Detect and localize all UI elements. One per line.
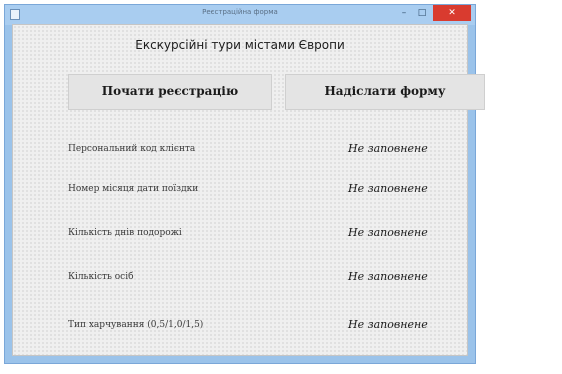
minimize-button[interactable]: – — [395, 5, 413, 21]
field-value-trip-month: Не заповнене — [348, 182, 428, 195]
title-bar[interactable]: Реєстраційна форма – □ ✕ — [5, 5, 475, 25]
field-label-trip-days: Кількість днів подорожі — [68, 228, 182, 238]
close-button[interactable]: ✕ — [433, 5, 471, 21]
field-value-persons: Не заповнене — [348, 270, 428, 283]
field-label-persons: Кількість осіб — [68, 272, 134, 282]
start-registration-button[interactable]: Почати реєстрацію — [68, 74, 272, 110]
maximize-button[interactable]: □ — [413, 5, 431, 21]
field-label-client-code: Персональний код клієнта — [68, 144, 196, 154]
field-label-meal-type: Тип харчування (0,5/1,0/1,5) — [68, 320, 204, 330]
field-value-trip-days: Не заповнене — [348, 226, 428, 239]
field-value-client-code: Не заповнене — [348, 142, 428, 155]
field-label-trip-month: Номер місяця дати поїздки — [68, 184, 199, 194]
send-form-button[interactable]: Надіслати форму — [285, 74, 485, 110]
field-value-meal-type: Не заповнене — [348, 318, 428, 331]
page-heading: Екскурсійні тури містами Європи — [135, 38, 345, 52]
